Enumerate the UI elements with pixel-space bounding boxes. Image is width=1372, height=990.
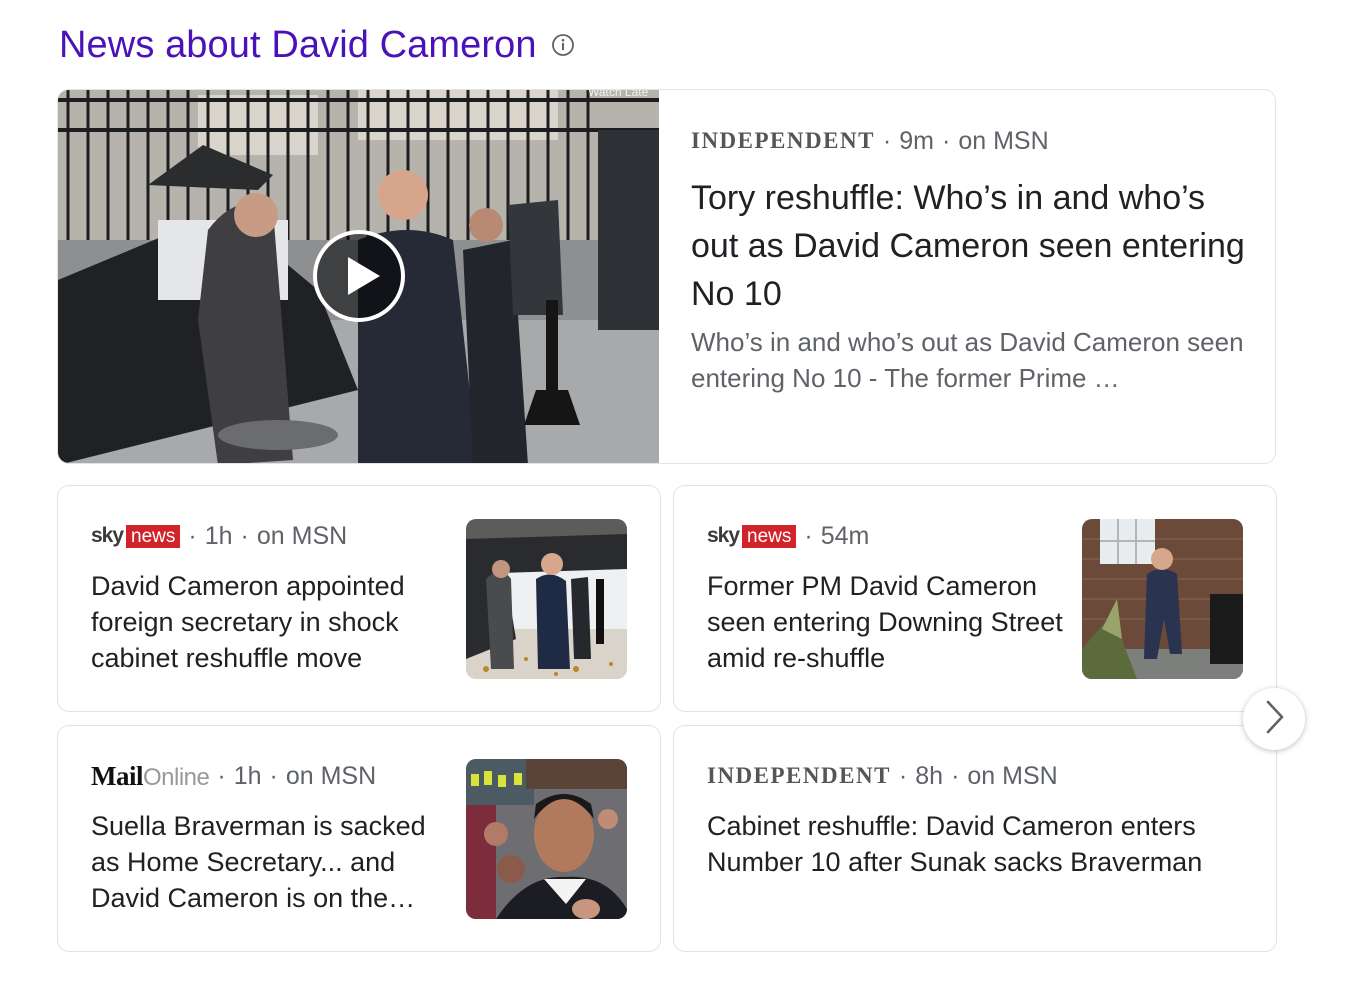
meta-separator: · xyxy=(951,761,960,790)
news-card-content: INDEPENDENT · 8h · on MSN Cabinet reshuf… xyxy=(707,761,1247,880)
section-title[interactable]: News about David Cameron xyxy=(59,24,537,67)
meta-separator: · xyxy=(882,126,892,155)
logo-news-text: news xyxy=(126,524,181,548)
news-card[interactable]: INDEPENDENT · 8h · on MSN Cabinet reshuf… xyxy=(673,725,1277,952)
story-meta: sky news · 1h · on MSN xyxy=(91,521,451,551)
news-thumbnail[interactable] xyxy=(466,519,627,679)
news-card[interactable]: sky news · 1h · on MSN David Cameron app… xyxy=(57,485,661,712)
meta-separator: · xyxy=(898,761,908,790)
story-snippet: Who’s in and who’s out as David Cameron … xyxy=(691,327,1244,393)
story-via: on MSN xyxy=(958,126,1049,155)
story-age: 54m xyxy=(820,521,870,550)
news-card[interactable]: sky news · 54m Former PM David Cameron s… xyxy=(673,485,1277,712)
publisher-logo-sky-news: sky news xyxy=(707,524,797,548)
story-via: on MSN xyxy=(256,521,348,550)
story-headline-link[interactable]: Former PM David Cameron seen entering Do… xyxy=(707,568,1067,676)
section-header: News about David Cameron xyxy=(59,20,575,70)
play-icon[interactable] xyxy=(312,229,406,323)
video-thumbnail[interactable]: Watch Late xyxy=(58,90,659,463)
story-meta: sky news · 54m xyxy=(707,521,1067,551)
meta-separator: · xyxy=(941,126,951,155)
story-meta: INDEPENDENT · 8h · on MSN xyxy=(707,761,1247,791)
watch-later-label[interactable]: Watch Late xyxy=(588,90,648,99)
meta-separator: · xyxy=(188,521,197,550)
story-headline-link[interactable]: Cabinet reshuffle: David Cameron enters … xyxy=(707,808,1247,880)
news-thumbnail[interactable] xyxy=(1082,519,1243,679)
top-story-content: INDEPENDENT · 9m · on MSN Tory reshuffle… xyxy=(691,126,1251,396)
logo-sky-text: sky xyxy=(707,524,740,547)
meta-separator: · xyxy=(217,761,226,790)
story-headline-link[interactable]: David Cameron appointed foreign secretar… xyxy=(91,568,451,676)
news-card-content: Mail Online · 1h · on MSN Suella Braverm… xyxy=(91,761,451,916)
news-card[interactable]: Mail Online · 1h · on MSN Suella Braverm… xyxy=(57,725,661,952)
news-card-content: sky news · 54m Former PM David Cameron s… xyxy=(707,521,1067,676)
story-via: on MSN xyxy=(967,761,1058,790)
news-thumbnail[interactable] xyxy=(466,759,627,919)
story-age: 9m xyxy=(899,126,934,155)
story-via: on MSN xyxy=(285,761,377,790)
next-button[interactable] xyxy=(1243,688,1305,750)
publisher-logo-independent: INDEPENDENT xyxy=(707,763,891,788)
story-headline-link[interactable]: Tory reshuffle: Who’s in and who’s out a… xyxy=(691,174,1251,318)
logo-online-text: Online xyxy=(143,763,210,791)
story-meta: Mail Online · 1h · on MSN xyxy=(91,761,451,791)
news-card-content: sky news · 1h · on MSN David Cameron app… xyxy=(91,521,451,676)
logo-sky-text: sky xyxy=(91,524,124,547)
meta-separator: · xyxy=(269,761,278,790)
story-age: 1h xyxy=(204,521,233,550)
story-meta: INDEPENDENT · 9m · on MSN xyxy=(691,126,1251,156)
story-age: 1h xyxy=(233,761,262,790)
logo-news-text: news xyxy=(742,524,797,548)
publisher-logo-independent: INDEPENDENT xyxy=(691,128,875,153)
info-icon[interactable] xyxy=(551,33,575,57)
publisher-logo-mail-online: Mail Online xyxy=(91,760,210,792)
top-story-card[interactable]: Watch Late INDEPENDENT · 9m · on MSN Tor… xyxy=(57,89,1276,464)
meta-separator: · xyxy=(240,521,249,550)
publisher-logo-sky-news: sky news xyxy=(91,524,181,548)
meta-separator: · xyxy=(804,521,813,550)
story-age: 8h xyxy=(915,761,944,790)
story-headline-link[interactable]: Suella Braverman is sacked as Home Secre… xyxy=(91,808,451,916)
logo-mail-text: Mail xyxy=(91,760,144,791)
chevron-right-icon xyxy=(1260,699,1288,740)
